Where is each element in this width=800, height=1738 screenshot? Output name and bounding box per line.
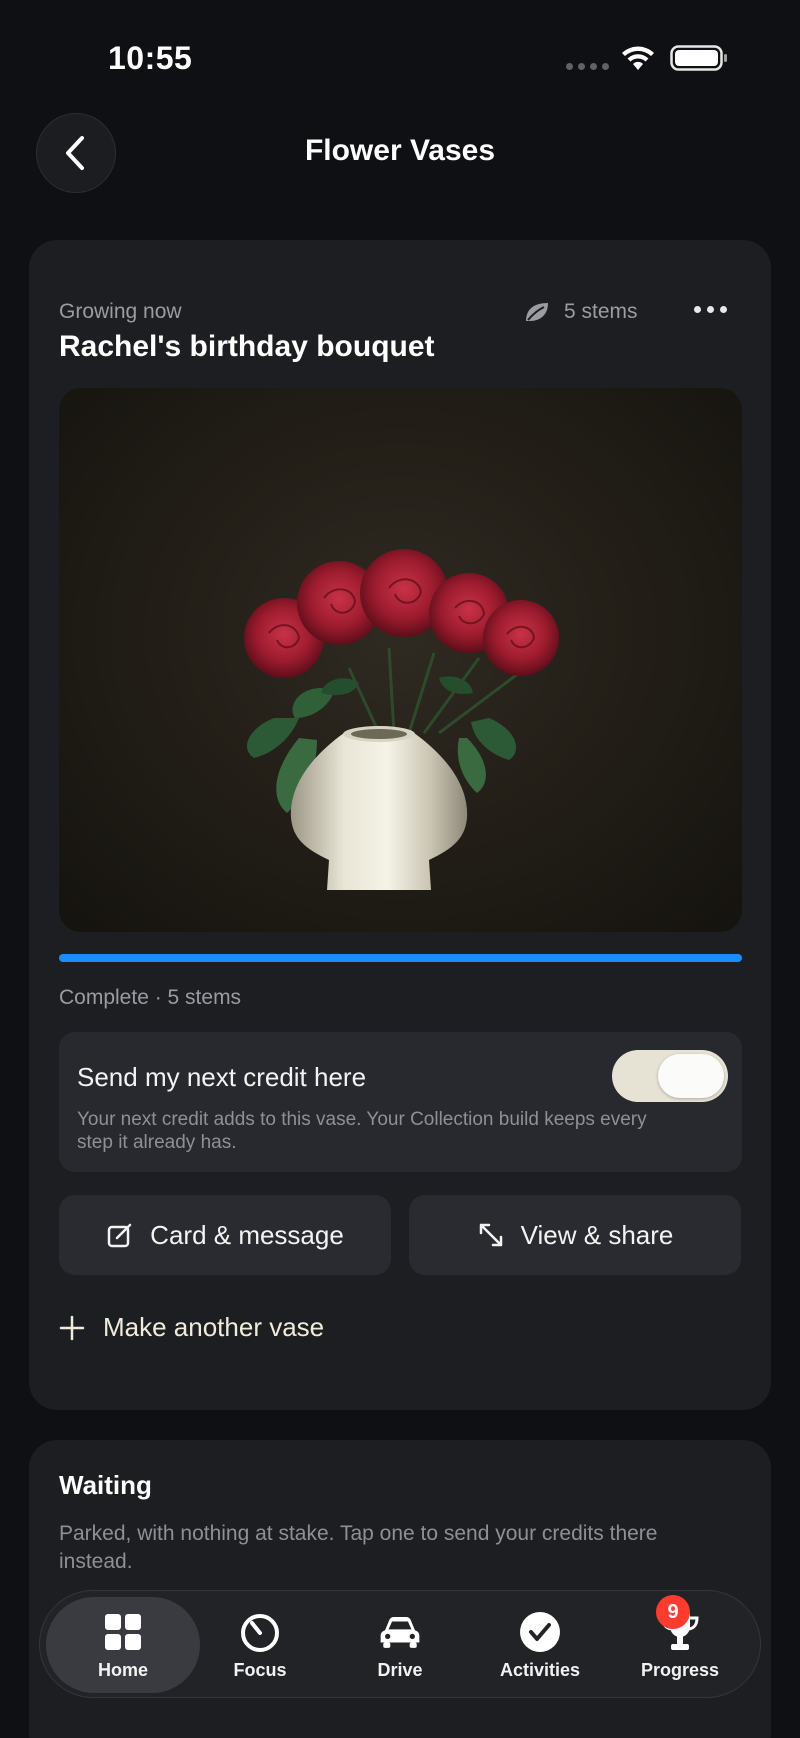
vase-progress-bar [59, 954, 742, 962]
timer-icon [241, 1613, 279, 1652]
stems-count: 5 stems [524, 300, 638, 324]
vase-status: Complete · 5 stems [59, 986, 242, 1009]
tab-drive[interactable]: Drive [330, 1597, 470, 1693]
checkmark-circle-icon [520, 1611, 560, 1652]
waiting-description: Parked, with nothing at stake. Tap one t… [59, 1522, 658, 1573]
compose-icon [107, 1223, 132, 1248]
expand-icon [479, 1223, 502, 1247]
send-credit-title: Send my next credit here [77, 1062, 367, 1092]
page-title: Flower Vases [304, 134, 496, 167]
cellular-signal-icon [566, 63, 609, 70]
current-vase-card: Growing now 5 stems Rachel's birthday bo… [29, 240, 771, 1410]
view-share-button[interactable]: View & share [409, 1195, 741, 1275]
card-message-button[interactable]: Card & message [59, 1195, 391, 1275]
status-time: 10:55 [108, 40, 193, 76]
bouquet-image[interactable] [59, 388, 742, 932]
tab-home[interactable]: Home [46, 1597, 200, 1693]
car-icon [380, 1616, 420, 1648]
tab-activities[interactable]: Activities [470, 1597, 610, 1693]
view-share-label: View & share [520, 1219, 674, 1250]
status-bar: 10:55 [0, 0, 800, 100]
toggle-knob [658, 1054, 724, 1098]
tab-home-label: Home [97, 1659, 148, 1680]
tab-focus-label: Focus [233, 1659, 287, 1680]
waiting-title: Waiting [59, 1470, 152, 1500]
send-credit-description: Your next credit adds to this vase. Your… [77, 1109, 647, 1153]
notification-badge: 9 [656, 1595, 690, 1629]
send-credit-toggle[interactable] [612, 1050, 728, 1102]
more-options-button[interactable] [685, 294, 735, 324]
tab-bar: Home Focus Drive Activities Progress [39, 1590, 761, 1698]
tab-focus[interactable]: Focus [190, 1597, 330, 1693]
home-grid-icon [105, 1613, 141, 1650]
stems-label: 5 stems [564, 300, 638, 323]
battery-icon [670, 45, 727, 71]
plus-icon [59, 1315, 85, 1340]
leaf-icon [526, 303, 548, 321]
make-another-label: Make another vase [103, 1312, 325, 1342]
card-message-label: Card & message [150, 1219, 344, 1250]
bouquet-title: Rachel's birthday bouquet [59, 330, 435, 363]
make-another-vase-button[interactable]: Make another vase [59, 1312, 324, 1343]
tab-progress-label: Progress [640, 1659, 720, 1680]
tab-drive-label: Drive [377, 1659, 423, 1680]
send-credit-panel: Send my next credit here Your next credi… [59, 1032, 742, 1172]
vase-progress-fill [59, 954, 742, 962]
growing-label: Growing now [59, 300, 182, 323]
rose-bouquet-illustration [244, 549, 559, 890]
tab-activities-label: Activities [499, 1659, 581, 1680]
wifi-icon [622, 46, 654, 70]
